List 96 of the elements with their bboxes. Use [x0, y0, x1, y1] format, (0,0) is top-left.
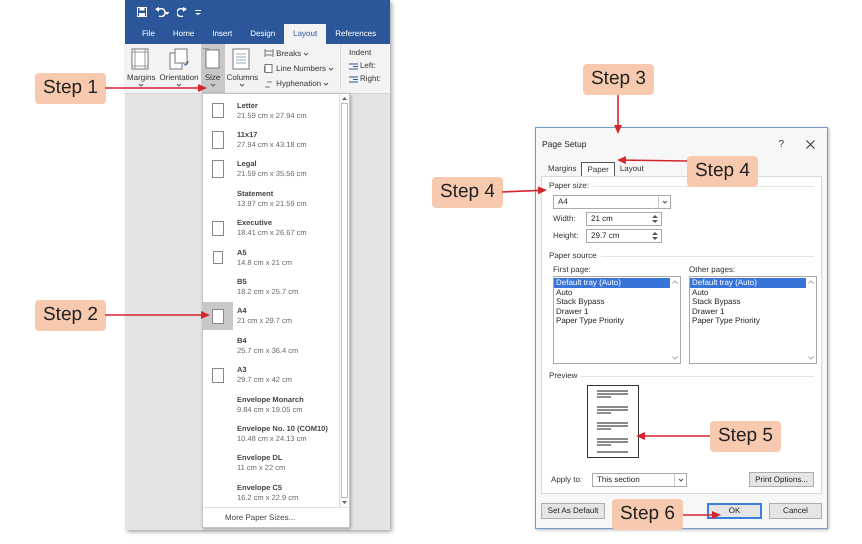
- page-icon: [212, 103, 224, 118]
- ribbon-button[interactable]: Size: [200, 44, 225, 93]
- ribbon-tab[interactable]: Home: [164, 24, 204, 44]
- list-item[interactable]: Stack Bypass: [554, 297, 670, 306]
- field-label: Width:: [553, 213, 577, 225]
- dialog-button[interactable]: Cancel: [769, 503, 822, 519]
- close-icon: [806, 140, 815, 148]
- undo-icon: [155, 7, 169, 17]
- page-icon: [213, 251, 223, 264]
- spinner-icon: [652, 214, 658, 224]
- ribbon-small-button[interactable]: Line Numbers: [264, 62, 334, 75]
- save-icon: [137, 7, 147, 17]
- ribbon-button[interactable]: Columns: [224, 44, 260, 93]
- ribbon-button[interactable]: Orientation: [157, 44, 201, 93]
- list-item[interactable]: Default tray (Auto): [690, 278, 806, 288]
- list-item[interactable]: Paper Type Priority: [554, 316, 670, 326]
- hyphenation-icon: [264, 79, 274, 88]
- step-callout: Step 5: [710, 421, 781, 452]
- group-label: Paper size:: [549, 180, 590, 192]
- pointer-arrow: [502, 186, 547, 194]
- spin-field[interactable]: 21 cm: [586, 212, 662, 226]
- pointer-arrow: [614, 95, 622, 134]
- group-label: Preview: [549, 370, 578, 382]
- list-label: Other pages:: [689, 264, 736, 276]
- page-icon: [212, 308, 224, 324]
- caret-icon: [678, 478, 684, 482]
- caret-icon: [328, 66, 334, 70]
- dialog-tab[interactable]: Layout: [614, 162, 649, 176]
- field-label: Left:: [360, 61, 376, 71]
- list-item[interactable]: Default tray (Auto): [554, 278, 670, 288]
- dialog-tab[interactable]: Paper: [581, 162, 615, 176]
- group-label: Paper source: [549, 250, 597, 262]
- breaks-icon: [264, 49, 274, 58]
- list-label: First page:: [553, 264, 592, 276]
- ribbon-button[interactable]: Margins: [125, 44, 158, 93]
- apply-to-dropdown[interactable]: This section: [592, 472, 687, 486]
- scroll-down-icon: [808, 356, 814, 360]
- ribbon-tab[interactable]: File: [133, 24, 164, 44]
- dialog-title: Page Setup: [542, 138, 588, 150]
- caret-icon: [176, 83, 182, 87]
- list-item[interactable]: Auto: [554, 288, 670, 297]
- field-label: Apply to:: [550, 474, 584, 486]
- scrollbar[interactable]: [339, 94, 348, 508]
- line-numbers-icon: [264, 64, 274, 73]
- indent-right-icon: [348, 76, 358, 82]
- list-item[interactable]: Paper Type Priority: [690, 316, 806, 326]
- ribbon-tab[interactable]: Layout: [284, 24, 326, 44]
- ribbon-tab[interactable]: Insert: [203, 24, 242, 44]
- group-label: Indent: [348, 48, 372, 58]
- indent-left-icon: [348, 62, 358, 70]
- redo-icon: [177, 7, 187, 17]
- step-callout: Step 4: [432, 177, 503, 208]
- caret-icon: [662, 200, 668, 204]
- caret-icon: [210, 83, 216, 87]
- page-icon: [212, 368, 224, 383]
- ribbon-small-button[interactable]: Breaks: [264, 47, 334, 60]
- caret-icon: [138, 83, 144, 87]
- scroll-up-icon: [672, 280, 678, 284]
- page-icon: [212, 131, 224, 150]
- scroll-up-icon: [342, 97, 346, 101]
- pointer-arrow: [617, 156, 688, 164]
- menu-item[interactable]: More Paper Sizes...: [225, 512, 296, 524]
- list-item[interactable]: Auto: [690, 288, 806, 297]
- spinner-icon: [652, 231, 658, 241]
- scroll-up-icon: [808, 280, 814, 284]
- step-callout: Step 3: [583, 64, 654, 95]
- customize-icon: [195, 9, 201, 15]
- field-label: Height:: [553, 230, 580, 242]
- step-callout: Step 2: [35, 300, 106, 331]
- orientation-icon: [169, 48, 190, 70]
- dialog-tab[interactable]: Margins: [543, 162, 582, 176]
- field-label: Right:: [360, 74, 381, 84]
- ribbon-tab[interactable]: Design: [241, 24, 284, 44]
- list-item[interactable]: Drawer 1: [554, 306, 670, 316]
- step-callout: Step 6: [612, 499, 683, 530]
- pointer-arrow: [683, 511, 721, 519]
- spin-field[interactable]: 29.7 cm: [586, 229, 662, 243]
- paper-size-dropdown[interactable]: A4: [553, 195, 671, 209]
- help-button[interactable]: ?: [778, 136, 784, 152]
- page-icon: [212, 160, 224, 178]
- caret-icon: [303, 52, 310, 56]
- caret-icon: [323, 82, 330, 86]
- columns-icon: [232, 48, 252, 70]
- caret-icon: [239, 83, 246, 87]
- margins-icon: [131, 48, 152, 70]
- dialog-button[interactable]: Set As Default: [541, 503, 605, 519]
- list-item[interactable]: Stack Bypass: [690, 297, 806, 306]
- list-item[interactable]: Drawer 1: [690, 306, 806, 316]
- dialog-button[interactable]: OK: [707, 503, 762, 519]
- page-icon: [212, 220, 224, 236]
- step-callout: Step 4: [687, 156, 758, 187]
- ribbon-small-button[interactable]: Hyphenation: [264, 77, 334, 90]
- scroll-down-icon: [672, 356, 678, 360]
- step-callout: Step 1: [35, 73, 106, 104]
- ribbon-tab[interactable]: References: [326, 24, 386, 44]
- print-options-button[interactable]: Print Options...: [749, 472, 814, 487]
